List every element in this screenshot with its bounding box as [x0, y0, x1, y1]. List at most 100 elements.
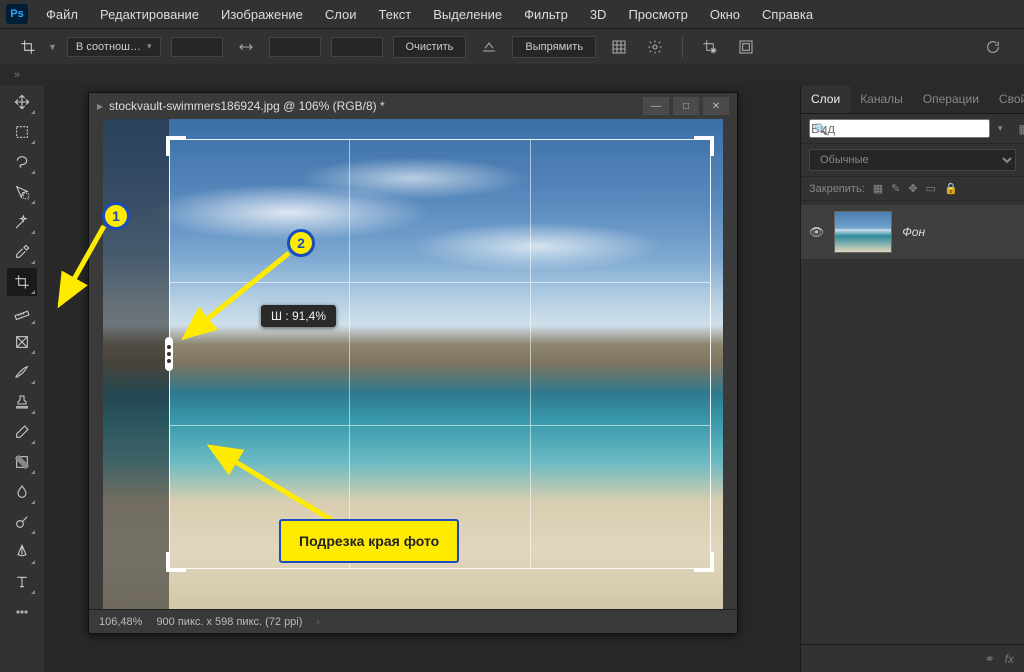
straighten-button[interactable]: Выпрямить: [512, 36, 596, 58]
layers-panel-footer: ⚭ fx: [801, 644, 1024, 672]
blend-mode-row: Обычные: [801, 144, 1024, 177]
document-window: ▸ stockvault-swimmers186924.jpg @ 106% (…: [88, 92, 738, 634]
tab-overflow-icon[interactable]: »: [14, 69, 20, 81]
tab-layers[interactable]: Слои: [801, 86, 850, 113]
image-preview[interactable]: Ш : 91,4% 2 Подрезка края фото: [103, 119, 723, 609]
menu-image[interactable]: Изображение: [211, 3, 313, 26]
menu-view[interactable]: Просмотр: [618, 3, 697, 26]
crop-handle-left[interactable]: [165, 337, 173, 371]
brush-tool[interactable]: [7, 358, 37, 386]
chevron-down-icon[interactable]: ▾: [998, 123, 1003, 134]
magic-wand-tool[interactable]: [7, 208, 37, 236]
content-aware-icon[interactable]: [733, 35, 759, 59]
lock-brush-icon[interactable]: ✎: [891, 182, 900, 195]
layer-thumbnail[interactable]: [834, 211, 892, 253]
panel-tabs: Слои Каналы Операции Свой: [801, 86, 1024, 114]
eraser-tool[interactable]: [7, 418, 37, 446]
menu-text[interactable]: Текст: [369, 3, 422, 26]
lock-artboard-icon[interactable]: ▭: [926, 182, 936, 195]
link-layers-icon[interactable]: ⚭: [985, 652, 995, 666]
menu-filter[interactable]: Фильтр: [514, 3, 578, 26]
lock-row: Закрепить: ▦ ✎ ✥ ▭ 🔒: [801, 177, 1024, 201]
reset-icon[interactable]: [980, 35, 1006, 59]
annotation-callout: Подрезка края фото: [279, 519, 459, 563]
chevron-right-icon[interactable]: ›: [316, 616, 320, 628]
status-zoom[interactable]: 106,48%: [99, 616, 142, 628]
tab-actions[interactable]: Операции: [913, 86, 989, 113]
layer-fx-icon[interactable]: fx: [1005, 652, 1014, 666]
crop-tool-indicator-icon: [18, 37, 38, 57]
crop-handle-br[interactable]: [694, 552, 714, 572]
maximize-button[interactable]: □: [673, 97, 699, 115]
menu-help[interactable]: Справка: [752, 3, 823, 26]
gear-icon[interactable]: [642, 35, 668, 59]
frame-tool[interactable]: [7, 328, 37, 356]
menu-3d[interactable]: 3D: [580, 3, 617, 26]
app-logo: Ps: [6, 4, 28, 24]
delete-cropped-icon[interactable]: [697, 35, 723, 59]
stamp-tool[interactable]: [7, 388, 37, 416]
document-title: stockvault-swimmers186924.jpg @ 106% (RG…: [109, 99, 385, 113]
type-tool[interactable]: [7, 568, 37, 596]
layer-name[interactable]: Фон: [902, 225, 925, 239]
crop-handle-bl[interactable]: [166, 552, 186, 572]
clear-button[interactable]: Очистить: [393, 36, 467, 58]
dodge-tool[interactable]: [7, 508, 37, 536]
crop-tool[interactable]: [7, 268, 37, 296]
swap-dimensions-icon[interactable]: [233, 35, 259, 59]
lock-pixels-icon[interactable]: ▦: [873, 182, 883, 195]
status-dimensions: 900 пикс. x 598 пикс. (72 ppi): [156, 616, 302, 628]
canvas-area: 1 ▸ stockvault-swimmers186924.jpg @ 106%…: [44, 86, 800, 672]
layer-filter-input[interactable]: [809, 119, 990, 138]
annotation-badge-1: 1: [102, 202, 130, 230]
aspect-ratio-label: В соотнош…: [76, 41, 141, 53]
lock-position-icon[interactable]: ✥: [908, 182, 917, 195]
more-tools-icon[interactable]: [7, 598, 37, 626]
right-panels: Слои Каналы Операции Свой 🔍 ▾ ▦ Обычные …: [800, 86, 1024, 672]
crop-height-input[interactable]: [269, 37, 321, 57]
menu-layers[interactable]: Слои: [315, 3, 367, 26]
crop-resolution-input[interactable]: [331, 37, 383, 57]
blur-tool[interactable]: [7, 478, 37, 506]
annotation-arrow-2: [177, 247, 297, 350]
tab-channels[interactable]: Каналы: [850, 86, 913, 113]
chevron-right-icon: ▸: [97, 99, 103, 113]
straighten-icon[interactable]: [476, 35, 502, 59]
document-tab-strip: »: [0, 64, 1024, 86]
marquee-tool[interactable]: [7, 118, 37, 146]
layer-row[interactable]: 👁 Фон: [801, 205, 1024, 259]
crop-handle-tr[interactable]: [694, 136, 714, 156]
minimize-button[interactable]: —: [643, 97, 669, 115]
menu-select[interactable]: Выделение: [423, 3, 512, 26]
crop-handle-tl[interactable]: [166, 136, 186, 156]
search-icon: 🔍: [814, 123, 828, 136]
tools-panel: [0, 86, 44, 672]
menu-edit[interactable]: Редактирование: [90, 3, 209, 26]
move-tool[interactable]: [7, 88, 37, 116]
menu-file[interactable]: Файл: [36, 3, 88, 26]
pen-tool[interactable]: [7, 538, 37, 566]
crop-width-input[interactable]: [171, 37, 223, 57]
document-status-bar: 106,48% 900 пикс. x 598 пикс. (72 ppi) ›: [89, 609, 737, 633]
layers-list: 👁 Фон: [801, 201, 1024, 644]
quick-select-tool[interactable]: [7, 178, 37, 206]
blend-mode-select[interactable]: Обычные: [809, 149, 1016, 171]
ruler-tool[interactable]: [7, 298, 37, 326]
lasso-tool[interactable]: [7, 148, 37, 176]
grid-overlay-icon[interactable]: [606, 35, 632, 59]
filter-pictures-icon[interactable]: ▦: [1019, 122, 1024, 136]
document-titlebar[interactable]: ▸ stockvault-swimmers186924.jpg @ 106% (…: [89, 93, 737, 119]
chevron-down-icon: ▾: [147, 41, 152, 52]
aspect-ratio-dropdown[interactable]: В соотнош… ▾: [67, 37, 161, 57]
document-canvas[interactable]: Ш : 91,4% 2 Подрезка края фото: [89, 119, 737, 609]
lock-label: Закрепить:: [809, 183, 865, 195]
menu-window[interactable]: Окно: [700, 3, 750, 26]
options-bar: ▼ В соотнош… ▾ Очистить Выпрямить: [0, 28, 1024, 64]
gradient-tool[interactable]: [7, 448, 37, 476]
eyedropper-tool[interactable]: [7, 238, 37, 266]
tab-properties[interactable]: Свой: [989, 86, 1024, 113]
close-button[interactable]: ✕: [703, 97, 729, 115]
chevron-down-icon[interactable]: ▼: [48, 42, 57, 52]
lock-all-icon[interactable]: 🔒: [944, 182, 958, 195]
visibility-toggle-icon[interactable]: 👁: [809, 225, 824, 239]
